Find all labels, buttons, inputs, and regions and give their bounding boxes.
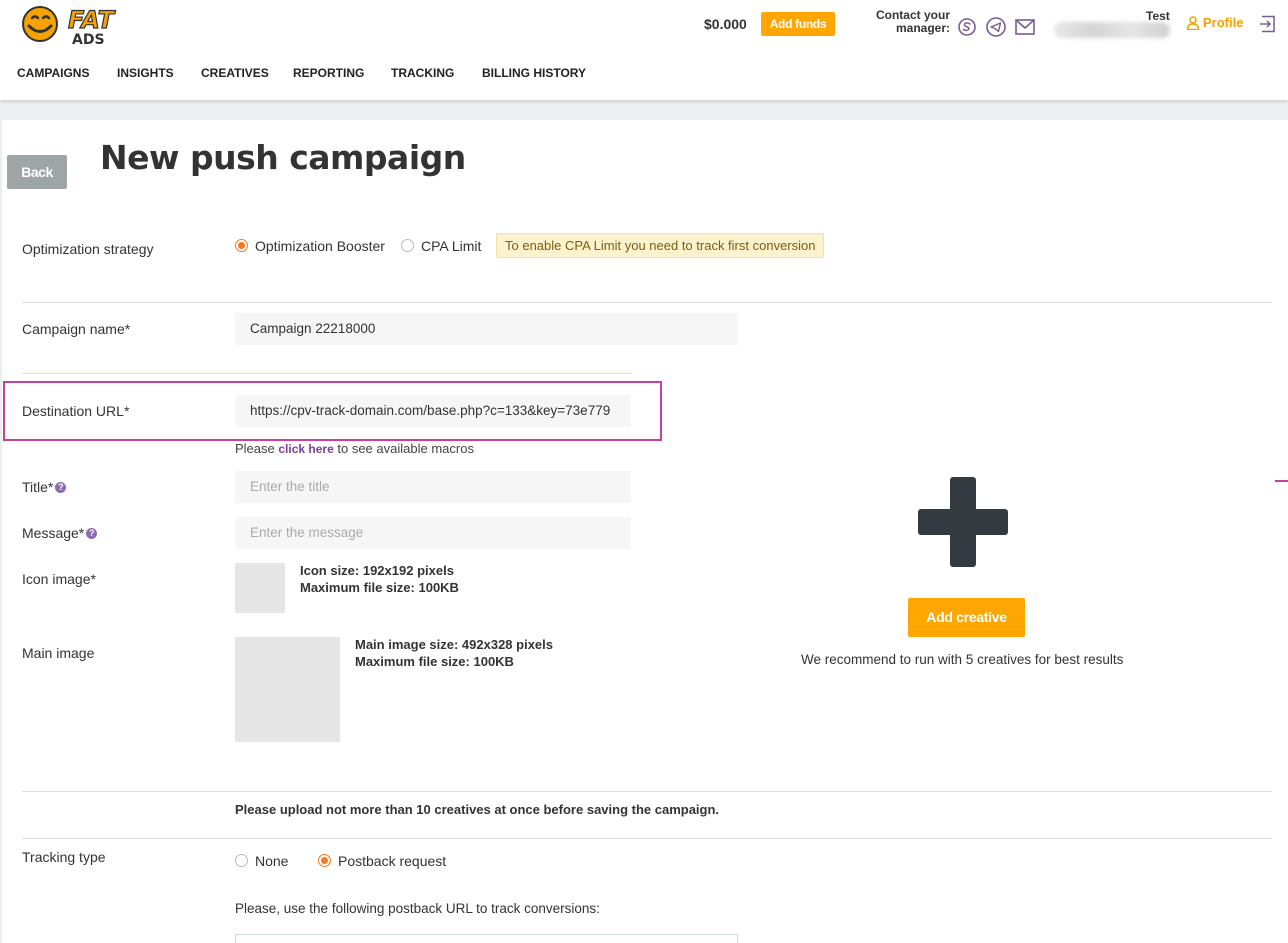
postback-request-label[interactable]: Postback request (338, 853, 446, 869)
message-input[interactable]: Enter the message (235, 517, 631, 549)
contact-manager-label: Contact your manager: (870, 9, 950, 35)
logo-text-ads: ADS (72, 32, 105, 46)
campaign-form-panel: Back New push campaign Optimization stra… (2, 120, 1288, 943)
upload-limit-note: Please upload not more than 10 creatives… (235, 802, 720, 817)
destination-url-input[interactable]: https://cpv-track-domain.com/base.php?c=… (235, 395, 631, 427)
telegram-icon[interactable] (985, 16, 1007, 38)
message-label-wrap: Message* ? (22, 525, 98, 541)
add-creative-plus-icon[interactable] (916, 475, 1010, 569)
divider (22, 838, 1272, 839)
nav-tracking[interactable]: TRACKING (391, 66, 454, 80)
add-funds-button[interactable]: Add funds (761, 12, 835, 36)
tracking-none-label[interactable]: None (255, 853, 288, 869)
radio-tracking-none[interactable] (235, 854, 248, 867)
tracking-type-label: Tracking type (22, 849, 106, 865)
main-image-filesize-text: Maximum file size: 100KB (355, 654, 514, 669)
divider (22, 302, 1272, 303)
optimization-booster-label[interactable]: Optimization Booster (255, 238, 385, 254)
campaign-name-label: Campaign name* (22, 321, 131, 337)
creative-recommendation: We recommend to run with 5 creatives for… (801, 652, 1124, 667)
edge-marker (1275, 480, 1288, 482)
optimization-strategy-label: Optimization strategy (22, 241, 154, 257)
page-title: New push campaign (100, 138, 466, 177)
cpa-limit-label[interactable]: CPA Limit (421, 238, 481, 254)
add-creative-button[interactable]: Add creative (908, 598, 1025, 637)
macros-hint: Please click here to see available macro… (235, 441, 474, 456)
nav-campaigns[interactable]: CAMPAIGNS (17, 66, 89, 80)
macros-hint-prefix: Please (235, 441, 275, 456)
logout-icon[interactable] (1259, 15, 1277, 33)
icon-size-text: Icon size: 192x192 pixels (300, 563, 454, 578)
nav-creatives[interactable]: CREATIVES (201, 66, 269, 80)
macros-link[interactable]: click here (278, 442, 333, 456)
postback-url-note: Please, use the following postback URL t… (235, 901, 600, 916)
message-label: Message* (22, 525, 85, 541)
title-label: Title* (22, 479, 54, 495)
destination-url-label: Destination URL* (22, 403, 130, 419)
divider (22, 373, 632, 374)
user-icon (1186, 15, 1200, 30)
icon-image-label: Icon image* (22, 571, 96, 587)
user-name: Test (1146, 9, 1170, 23)
profile-link[interactable]: Profile (1186, 15, 1243, 30)
icon-image-info: Icon size: 192x192 pixels Maximum file s… (300, 562, 459, 596)
back-button[interactable]: Back (7, 155, 67, 189)
nav-billing-history[interactable]: BILLING HISTORY (482, 66, 586, 80)
macros-hint-suffix: to see available macros (337, 441, 474, 456)
title-input[interactable]: Enter the title (235, 471, 631, 503)
main-image-info: Main image size: 492x328 pixels Maximum … (355, 636, 553, 670)
top-header: FAT ADS $0.000 Add funds Contact your ma… (0, 0, 1288, 100)
main-image-upload[interactable] (235, 637, 340, 742)
postback-url-field[interactable] (235, 934, 738, 943)
radio-optimization-booster[interactable] (235, 239, 248, 252)
icon-image-upload[interactable] (235, 563, 285, 613)
nav-insights[interactable]: INSIGHTS (117, 66, 174, 80)
title-label-wrap: Title* ? (22, 479, 67, 495)
mail-icon[interactable] (1014, 16, 1036, 38)
help-icon[interactable]: ? (55, 481, 67, 493)
fatads-logo[interactable]: FAT ADS (18, 4, 144, 46)
help-icon[interactable]: ? (86, 527, 98, 539)
cpa-limit-notice: To enable CPA Limit you need to track fi… (496, 233, 825, 258)
icon-filesize-text: Maximum file size: 100KB (300, 580, 459, 595)
logo-text-fat: FAT (68, 6, 116, 34)
user-email-blurred (1054, 22, 1170, 38)
profile-label: Profile (1203, 15, 1244, 30)
skype-icon[interactable] (956, 16, 978, 38)
campaign-name-input[interactable]: Campaign 22218000 (235, 313, 738, 345)
nav-reporting[interactable]: REPORTING (293, 66, 364, 80)
contact-line-2: manager: (895, 21, 950, 35)
main-image-label: Main image (22, 645, 95, 661)
radio-cpa-limit[interactable] (401, 239, 414, 252)
main-image-size-text: Main image size: 492x328 pixels (355, 637, 553, 652)
divider (22, 791, 1272, 792)
account-balance: $0.000 (704, 16, 747, 32)
radio-postback-request[interactable] (318, 854, 331, 867)
